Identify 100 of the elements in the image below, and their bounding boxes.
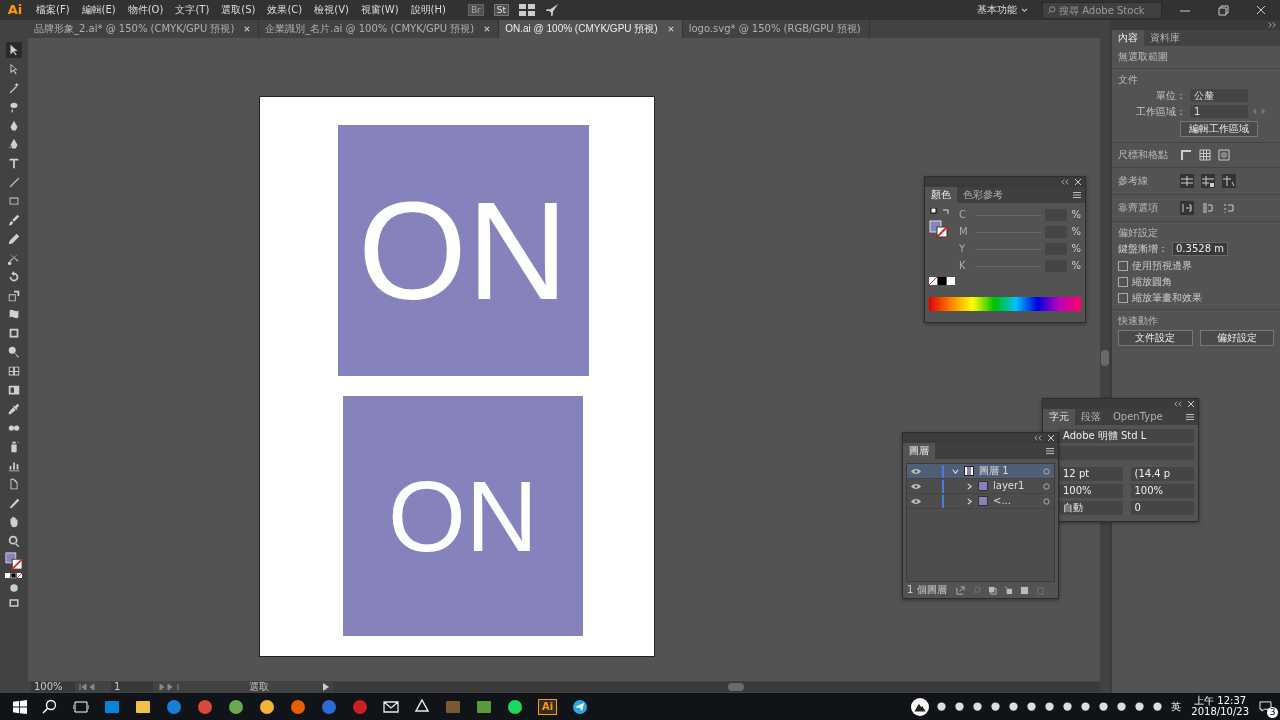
close-icon[interactable]: [667, 26, 674, 32]
brush-icon[interactable]: [6, 212, 22, 228]
panel-tab[interactable]: 字元: [1043, 409, 1075, 425]
menu-item[interactable]: 效果(C): [261, 4, 309, 16]
panel-tab[interactable]: 顏色: [925, 187, 957, 203]
app-tray-icon[interactable]: [1026, 701, 1038, 712]
round-app-icon[interactable]: [290, 698, 306, 715]
font-family-dropdown[interactable]: Adobe 明體 Std L: [1059, 429, 1194, 443]
new-layer-icon[interactable]: [1019, 585, 1029, 595]
chevron-down-icon[interactable]: [1021, 7, 1028, 13]
zoom-dropdown[interactable]: 100%: [31, 682, 75, 692]
edit-artboards-button[interactable]: 編輯工作區域: [1180, 121, 1258, 137]
app-tray-icon[interactable]: [972, 701, 984, 712]
units-dropdown[interactable]: 公釐: [1190, 89, 1248, 102]
menu-item[interactable]: 檔案(F): [30, 4, 76, 16]
round-app-icon[interactable]: [507, 698, 523, 715]
collapse-icon[interactable]: [1034, 435, 1042, 441]
menu-item[interactable]: 編輯(E): [75, 4, 122, 16]
guides-icon[interactable]: [1180, 174, 1194, 188]
font-size-field[interactable]: 12 pt: [1059, 467, 1123, 481]
taskbar-app-button[interactable]: Ai: [538, 698, 558, 715]
lock-guides-icon[interactable]: [1201, 174, 1215, 188]
app-tray-icon[interactable]: [1008, 701, 1020, 712]
windows-start-icon[interactable]: [13, 699, 27, 714]
input-language-indicator[interactable]: 英: [1171, 700, 1182, 713]
color-spectrum[interactable]: [929, 297, 1081, 311]
close-icon[interactable]: [1075, 179, 1081, 185]
app-tray-icon[interactable]: [954, 701, 966, 712]
chevron-icon[interactable]: [966, 482, 973, 490]
menu-icon[interactable]: [1186, 414, 1194, 420]
workspace-switcher[interactable]: 基本功能: [977, 4, 1017, 16]
ruler-icon[interactable]: [1180, 149, 1192, 161]
close-icon[interactable]: [1188, 401, 1194, 407]
round-app-icon[interactable]: [259, 698, 275, 715]
menu-icon[interactable]: [1046, 448, 1054, 454]
stock-search-field[interactable]: 搜尋 Adobe Stock: [1042, 1, 1162, 19]
panel-tab[interactable]: 資料庫: [1144, 30, 1186, 46]
checkbox[interactable]: [1118, 292, 1128, 303]
layer-row[interactable]: layer1: [907, 479, 1054, 494]
smart-guides-icon[interactable]: [1222, 174, 1236, 188]
quick-action-button[interactable]: 文件設定: [1118, 330, 1193, 346]
mountain-badge-icon[interactable]: [911, 697, 930, 716]
stock-button[interactable]: St: [493, 3, 510, 17]
close-icon[interactable]: [244, 26, 251, 32]
notification-icon[interactable]: [1259, 701, 1272, 712]
play-icon[interactable]: [322, 683, 330, 691]
menu-item[interactable]: 物件(O): [121, 4, 170, 16]
app-tray-icon[interactable]: [1044, 701, 1056, 712]
eye-icon[interactable]: [911, 497, 921, 505]
quick-action-button[interactable]: 偏好設定: [1199, 330, 1274, 346]
fill-stroke-swatch-icon[interactable]: [5, 552, 23, 571]
artboard-dropdown[interactable]: 1: [111, 682, 153, 692]
collapse-icon[interactable]: [1268, 22, 1276, 28]
keyboard-increment-field[interactable]: 0.3528 m: [1172, 242, 1228, 256]
pixel-grid-icon[interactable]: [1218, 149, 1230, 161]
layer-row[interactable]: 圖層 1: [907, 464, 1054, 479]
document-tab[interactable]: ON.ai @ 100% (CMYK/GPU 預視): [499, 20, 683, 38]
envelope-icon[interactable]: [383, 698, 399, 715]
menu-icon[interactable]: [1073, 192, 1081, 198]
zoom-icon[interactable]: [6, 533, 22, 550]
menu-item[interactable]: 說明(H): [404, 4, 452, 16]
square-app-icon[interactable]: [445, 698, 461, 715]
grid-icon[interactable]: [1199, 149, 1211, 161]
paper-plane-icon[interactable]: [572, 698, 589, 715]
close-icon[interactable]: [1048, 435, 1054, 441]
screen-mode-icon[interactable]: [8, 596, 20, 609]
layout-icon[interactable]: [517, 4, 538, 16]
horizontal-scrollbar[interactable]: [333, 682, 1100, 692]
task-view-icon[interactable]: [73, 698, 89, 715]
app-tray-icon[interactable]: [1062, 701, 1074, 712]
layer-row[interactable]: <...: [907, 494, 1054, 509]
collapse-icon[interactable]: [1174, 401, 1182, 407]
export-icon[interactable]: [955, 585, 965, 595]
chevron-icon[interactable]: [952, 467, 959, 475]
search-icon[interactable]: [42, 698, 58, 715]
artboard-dropdown[interactable]: 1: [1190, 105, 1248, 118]
kerning-field[interactable]: 自動: [1059, 501, 1123, 515]
menu-item[interactable]: 文字(T): [169, 4, 216, 16]
menu-item[interactable]: 選取(S): [215, 4, 262, 16]
eye-icon[interactable]: [911, 482, 921, 490]
panel-tab[interactable]: 段落: [1075, 409, 1107, 425]
chevron-icon[interactable]: [966, 497, 973, 505]
tracking-field[interactable]: 0: [1130, 501, 1194, 515]
panel-tab[interactable]: 色彩參考: [957, 187, 1009, 203]
horizontal-scale-field[interactable]: 100%: [1130, 484, 1194, 498]
vertical-scale-field[interactable]: 100%: [1059, 484, 1123, 498]
new-sublayer-icon[interactable]: [1003, 585, 1013, 595]
close-icon[interactable]: [484, 26, 491, 32]
clipping-mask-icon[interactable]: [987, 585, 997, 595]
eye-icon[interactable]: [911, 467, 921, 475]
menu-item[interactable]: 視窗(W): [354, 4, 405, 16]
collapse-icon[interactable]: [1061, 179, 1069, 185]
panel-tab[interactable]: OpenType: [1107, 409, 1169, 425]
round-app-icon[interactable]: [228, 698, 244, 715]
color-modes-icon[interactable]: [4, 572, 24, 579]
menu-item[interactable]: 檢視(V): [308, 4, 355, 16]
swatch-row-icon[interactable]: [929, 277, 955, 285]
round-app-icon[interactable]: [197, 698, 213, 715]
panel-tab[interactable]: 內容: [1112, 30, 1144, 46]
bridge-button[interactable]: Br: [467, 3, 484, 17]
